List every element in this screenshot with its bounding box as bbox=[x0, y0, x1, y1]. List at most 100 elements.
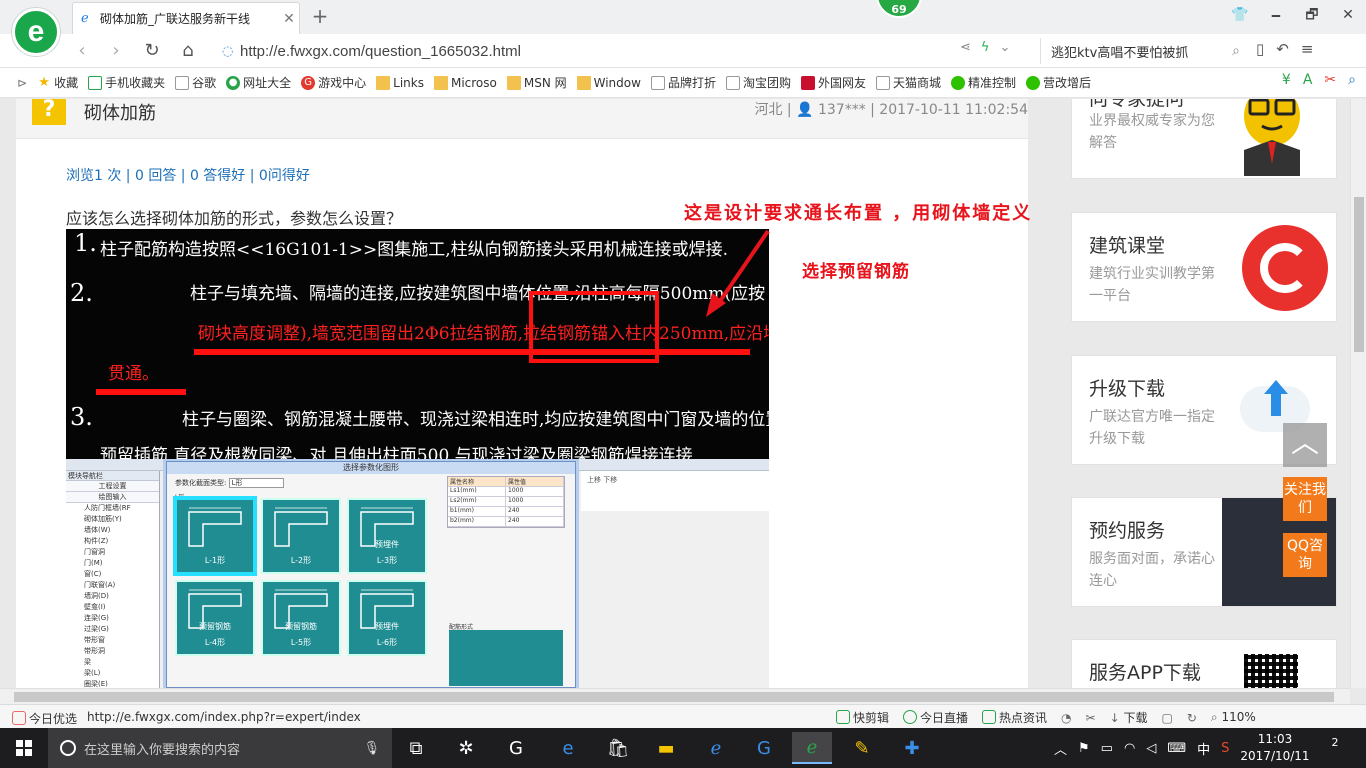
skin-icon[interactable]: 👕 bbox=[1222, 0, 1258, 30]
scroll-thumb[interactable] bbox=[1354, 197, 1364, 352]
action-center-icon[interactable]: 2 bbox=[1322, 736, 1348, 760]
volume-icon[interactable]: ◁ bbox=[1146, 741, 1156, 756]
zoom-control[interactable]: ⌕ 110% bbox=[1211, 710, 1256, 725]
edge-browser-icon[interactable]: e bbox=[548, 732, 588, 764]
mobile-icon[interactable]: ▯ bbox=[1256, 40, 1264, 58]
bookmark-microsoft[interactable]: Microso bbox=[429, 72, 502, 94]
today-picks-link[interactable]: 今日优选 bbox=[12, 710, 77, 727]
bookmark-tmall[interactable]: 天猫商城 bbox=[871, 72, 946, 94]
news-link[interactable]: 热点资讯 bbox=[982, 709, 1047, 726]
pinwheel-app-icon[interactable]: ✲ bbox=[446, 732, 486, 764]
site-info-icon[interactable]: ◌ bbox=[222, 44, 240, 59]
bookmark-foreign[interactable]: 外国网友 bbox=[796, 72, 871, 94]
url-field[interactable]: ◌ http://e.fwxgx.com/question_1665032.ht… bbox=[222, 38, 1032, 64]
sidebar-card-app[interactable]: 服务APP下载 bbox=[1071, 639, 1337, 688]
bookmark-links[interactable]: Links bbox=[371, 72, 429, 94]
browser-tab[interactable]: ℯ 砌体加筋_广联达服务新干线 ✕ bbox=[72, 2, 300, 34]
software-screenshot-image[interactable]: 模块导航栏 工程设置 绘图输入 人防门框墙(RF 砌体加筋(Y) 墙体(W) 构件(Z… bbox=[66, 459, 769, 688]
undo-icon[interactable]: ↶ bbox=[1276, 40, 1289, 58]
scroll-thumb[interactable] bbox=[14, 692, 1334, 702]
tools-icon[interactable]: ✂ bbox=[1086, 711, 1096, 725]
share-icon[interactable]: ⋖ bbox=[960, 40, 971, 55]
horizontal-scrollbar[interactable] bbox=[0, 688, 1350, 704]
bookmark-google[interactable]: 谷歌 bbox=[170, 72, 221, 94]
tab-close-icon[interactable]: ✕ bbox=[279, 11, 299, 27]
start-button[interactable] bbox=[0, 728, 48, 768]
download-link[interactable]: ↓ 下载 bbox=[1110, 709, 1148, 726]
store-icon[interactable]: 🛍 bbox=[598, 732, 638, 764]
notes-app-icon[interactable]: ✎ bbox=[842, 732, 882, 764]
qr-code-icon[interactable] bbox=[1244, 654, 1298, 688]
vertical-scrollbar[interactable] bbox=[1350, 99, 1366, 688]
taskbar-search-input[interactable]: 在这里输入你要搜索的内容 🎙 bbox=[48, 728, 392, 768]
keyboard-icon[interactable]: ⌨ bbox=[1167, 741, 1186, 756]
speed-icon[interactable]: ◔ bbox=[1061, 711, 1071, 725]
bookmark-taobao[interactable]: 淘宝团购 bbox=[721, 72, 796, 94]
ime-indicator[interactable]: 中 bbox=[1197, 739, 1210, 758]
live-link[interactable]: 今日直播 bbox=[903, 709, 968, 726]
glodon-blue-icon[interactable]: G bbox=[744, 732, 784, 764]
ie-browser-icon[interactable]: ℯ bbox=[696, 732, 736, 764]
wechat-icon bbox=[1026, 75, 1041, 90]
sogou-icon[interactable]: S bbox=[1221, 741, 1229, 756]
back-to-top-button[interactable]: ︿ bbox=[1283, 423, 1327, 467]
play-icon bbox=[903, 710, 918, 724]
quick-clip-link[interactable]: 快剪辑 bbox=[836, 709, 889, 726]
window-icon[interactable]: ▢ bbox=[1161, 711, 1172, 725]
network-app-icon[interactable]: ✚ bbox=[892, 732, 932, 764]
bookmark-msn[interactable]: MSN 网 bbox=[502, 72, 572, 94]
bookmark-games[interactable]: G 游戏中心 bbox=[296, 72, 371, 94]
minimize-button[interactable]: 🗕 bbox=[1258, 0, 1294, 30]
scissors-icon[interactable]: ✂ bbox=[1324, 72, 1336, 88]
sidebar-card-expert[interactable]: 向专家提问 业界最权威专家为您解答 bbox=[1071, 99, 1337, 179]
magnifier-icon[interactable]: ⌕ bbox=[1348, 72, 1356, 88]
follow-us-button[interactable]: 关注我们 bbox=[1283, 477, 1327, 521]
chevron-down-icon[interactable]: ⌄ bbox=[999, 40, 1010, 55]
tray-expand-icon[interactable]: ︿ bbox=[1054, 739, 1067, 758]
folder-icon bbox=[506, 75, 521, 90]
system-clock[interactable]: 11:03 2017/10/11 bbox=[1240, 731, 1310, 765]
cad-notes-image[interactable]: 1. 柱子配筋构造按照<<16G101-1>>图集施工,柱纵向钢筋接头采用机械连… bbox=[66, 229, 769, 459]
search-icon[interactable]: ⌕ bbox=[1232, 43, 1240, 59]
bookmark-vat[interactable]: 营改增后 bbox=[1021, 72, 1096, 94]
restore-button[interactable]: 🗗 bbox=[1294, 0, 1330, 30]
folder-icon bbox=[576, 75, 591, 90]
sidebar-card-classroom[interactable]: 建筑课堂 建筑行业实训教学第一平台 bbox=[1071, 212, 1337, 322]
file-explorer-icon[interactable]: ▬ bbox=[646, 732, 686, 764]
glodon-app-icon[interactable]: G bbox=[496, 732, 536, 764]
card-title: 服务APP下载 bbox=[1089, 662, 1201, 684]
cad-text-line: 预留插筋,直径及根数同梁、对,且伸出柱面500,与现浇过梁及圈梁钢筋焊接连接 bbox=[100, 446, 693, 459]
qq-consult-button[interactable]: QQ咨询 bbox=[1283, 533, 1327, 577]
yen-icon[interactable]: ¥ bbox=[1282, 72, 1291, 88]
notification-badge[interactable]: 69 bbox=[876, 0, 922, 18]
sidebar-toggle-icon[interactable]: ⊳ bbox=[12, 72, 32, 94]
question-stats[interactable]: 浏览1 次 | 0 回答 | 0 答得好 | 0问得好 bbox=[66, 165, 310, 185]
bookmark-mobile[interactable]: 手机收藏夹 bbox=[83, 72, 170, 94]
reload-icon[interactable]: ↻ bbox=[140, 40, 164, 62]
tree-item: 壁龛(I) bbox=[84, 603, 106, 611]
translate-icon[interactable]: A bbox=[1303, 72, 1313, 88]
bookmark-hao[interactable]: ● 网址大全 bbox=[221, 72, 296, 94]
search-input[interactable]: 逃犯ktv高唱不要怕被抓 ⌕ bbox=[1040, 38, 1240, 64]
cad-red-text: 砌块高度调整),墙宽范围留出2Φ6拉结钢筋,拉结钢筋锚入柱内250mm,应沿墙全… bbox=[198, 324, 769, 344]
forward-icon[interactable]: › bbox=[104, 40, 128, 62]
home-icon[interactable]: ⌂ bbox=[176, 40, 200, 62]
security-icon[interactable]: ⚑ bbox=[1078, 741, 1090, 756]
battery-icon[interactable]: ▭ bbox=[1101, 741, 1113, 756]
bookmark-brand[interactable]: 品牌打折 bbox=[646, 72, 721, 94]
bookmark-favorites[interactable]: ★ 收藏 bbox=[32, 72, 83, 94]
close-window-button[interactable]: ✕ bbox=[1330, 0, 1366, 30]
task-view-icon[interactable]: ⧉ bbox=[396, 732, 436, 764]
back-icon[interactable]: ‹ bbox=[70, 40, 94, 62]
menu-icon[interactable]: ≡ bbox=[1301, 40, 1314, 58]
browser-logo-icon[interactable]: e bbox=[12, 8, 60, 56]
wifi-icon[interactable]: ◠ bbox=[1124, 741, 1135, 756]
360-browser-icon[interactable]: ℯ bbox=[792, 732, 832, 764]
flash-icon[interactable]: ϟ bbox=[981, 40, 990, 55]
card-subtitle: 业界最权威专家为您解答 bbox=[1089, 113, 1215, 151]
new-tab-button[interactable]: + bbox=[309, 5, 331, 27]
bookmark-control[interactable]: 精准控制 bbox=[946, 72, 1021, 94]
bookmark-windows[interactable]: Window bbox=[572, 72, 646, 94]
refresh-icon[interactable]: ↻ bbox=[1187, 711, 1197, 725]
microphone-icon[interactable]: 🎙 bbox=[363, 741, 380, 756]
